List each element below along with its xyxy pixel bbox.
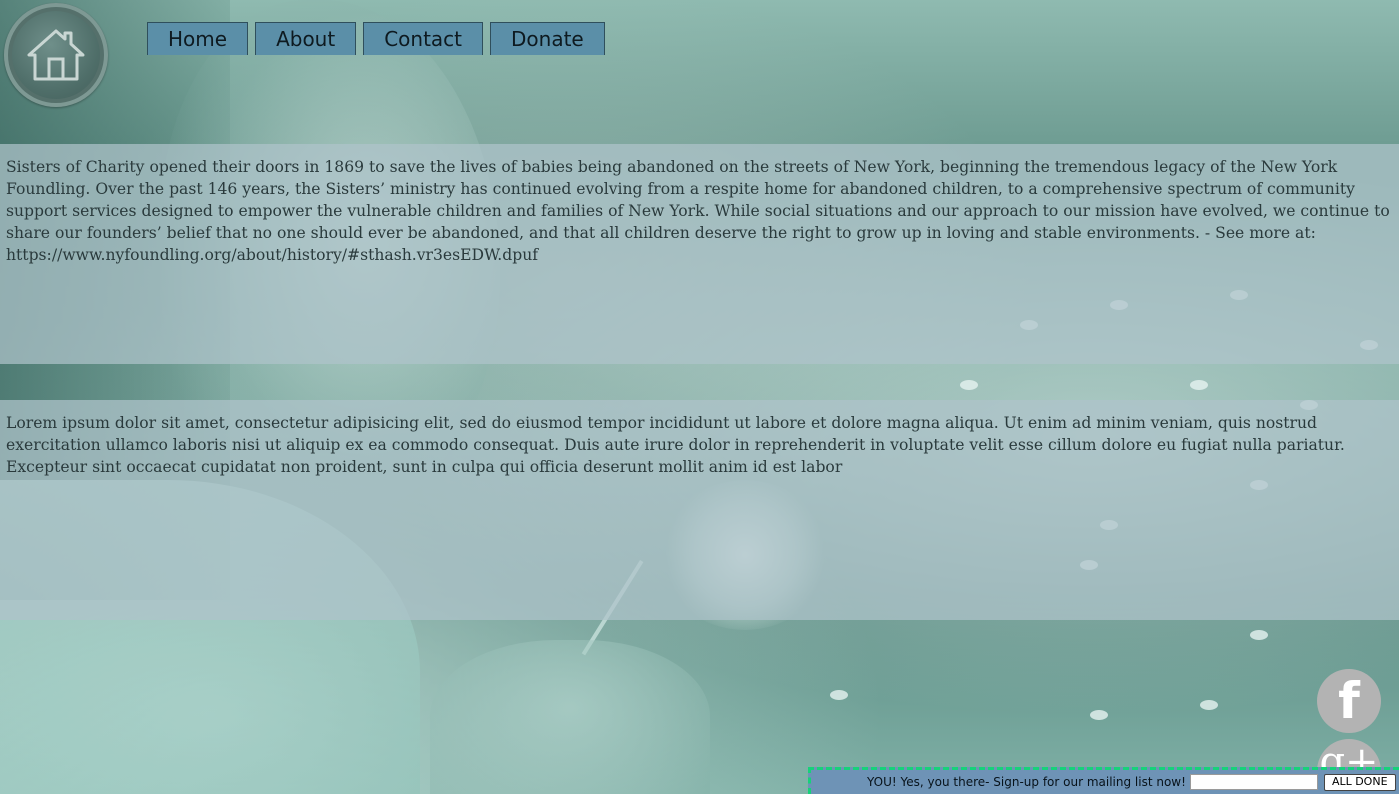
page-background: Home About Contact Donate Sisters of Cha…: [0, 0, 1399, 794]
background-seed: [830, 690, 848, 700]
history-panel: Sisters of Charity opened their doors in…: [0, 144, 1399, 364]
main-nav: Home About Contact Donate: [147, 22, 605, 55]
nav-contact-button[interactable]: Contact: [363, 22, 484, 55]
background-seed: [1090, 710, 1108, 720]
nav-about-button[interactable]: About: [255, 22, 357, 55]
nav-home-button[interactable]: Home: [147, 22, 249, 55]
background-photo-hand: [430, 640, 710, 794]
mailing-email-input[interactable]: [1189, 774, 1318, 790]
background-seed: [1190, 380, 1208, 390]
lorem-text: Lorem ipsum dolor sit amet, consectetur …: [6, 414, 1345, 476]
facebook-icon: f: [1338, 672, 1360, 730]
mailing-list-prompt: YOU! Yes, you there- Sign-up for our mai…: [867, 775, 1186, 789]
house-icon: [27, 29, 85, 81]
nav-donate-button[interactable]: Donate: [490, 22, 605, 55]
history-text: Sisters of Charity opened their doors in…: [6, 158, 1390, 264]
background-seed: [960, 380, 978, 390]
home-logo-button[interactable]: [4, 3, 108, 107]
background-seed: [1250, 630, 1268, 640]
mailing-list-bar: YOU! Yes, you there- Sign-up for our mai…: [808, 767, 1399, 794]
mailing-submit-button[interactable]: ALL DONE: [1323, 773, 1396, 791]
background-seed: [1200, 700, 1218, 710]
lorem-panel: Lorem ipsum dolor sit amet, consectetur …: [0, 400, 1399, 620]
facebook-button[interactable]: f: [1317, 669, 1381, 733]
